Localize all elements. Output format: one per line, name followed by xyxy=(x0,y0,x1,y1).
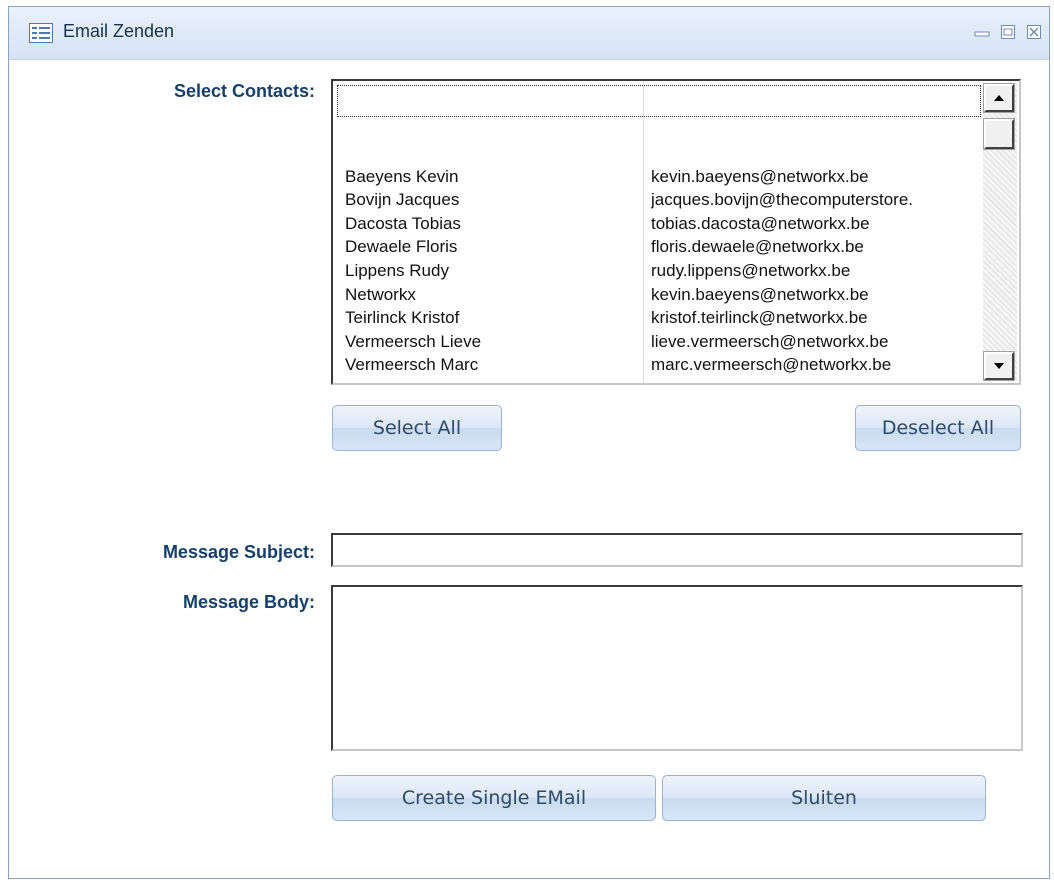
contact-row[interactable]: Networkx kevin.baeyens@networkx.be xyxy=(333,285,989,309)
contact-email: lieve.vermeersch@networkx.be xyxy=(651,331,889,351)
contact-name: Bovijn Jacques xyxy=(345,190,460,210)
close-form-button[interactable]: Sluiten xyxy=(662,775,986,821)
contact-email: kevin.baeyens@networkx.be xyxy=(651,166,869,186)
contact-email: rudy.lippens@networkx.be xyxy=(651,260,851,280)
scroll-down-button[interactable] xyxy=(983,351,1015,381)
contact-row[interactable]: Baeyens Kevin kevin.baeyens@networkx.be xyxy=(333,167,989,191)
contact-email: marc.vermeersch@networkx.be xyxy=(651,355,892,375)
form-icon xyxy=(29,23,53,43)
minimize-icon xyxy=(974,31,990,37)
close-icon xyxy=(1027,25,1041,39)
select-contacts-label: Select Contacts: xyxy=(173,81,315,101)
contact-name: Networkx xyxy=(345,284,416,304)
contact-name: Teirlinck Kristof xyxy=(345,308,460,328)
contact-row[interactable]: Dewaele Floris floris.dewaele@networkx.be xyxy=(333,237,989,261)
contact-row[interactable]: Lippens Rudy rudy.lippens@networkx.be xyxy=(333,261,989,285)
contact-name: Vermeersch Marc xyxy=(345,355,479,375)
contact-name: Baeyens Kevin xyxy=(345,166,459,186)
scroll-thumb[interactable] xyxy=(983,118,1015,150)
minimize-button[interactable] xyxy=(971,21,993,43)
contacts-list: Baeyens Kevin kevin.baeyens@networkx.be B… xyxy=(333,143,989,379)
contact-email: floris.dewaele@networkx.be xyxy=(651,237,864,257)
contacts-listbox[interactable]: Baeyens Kevin kevin.baeyens@networkx.be B… xyxy=(331,79,1021,385)
contact-name: Dacosta Tobias xyxy=(345,213,461,233)
email-zenden-window: Email Zenden Select Contacts: Baeyens Ke… xyxy=(8,6,1050,879)
create-single-email-button[interactable]: Create Single EMail xyxy=(332,775,656,821)
contact-row[interactable]: Bovijn Jacques jacques.bovijn@thecomputer… xyxy=(333,190,989,214)
contact-name: Lippens Rudy xyxy=(345,260,449,280)
message-body-label: Message Body: xyxy=(182,592,315,612)
restore-button[interactable] xyxy=(997,21,1019,43)
contact-row[interactable]: Teirlinck Kristof kristof.teirlinck@netwo… xyxy=(333,308,989,332)
contact-name: Dewaele Floris xyxy=(345,237,458,257)
scroll-up-button[interactable] xyxy=(983,83,1015,113)
message-body-textarea[interactable] xyxy=(331,585,1023,751)
message-subject-input[interactable] xyxy=(331,533,1023,567)
message-subject-label: Message Subject: xyxy=(162,542,315,562)
contact-name: Vermeersch Lieve xyxy=(345,331,482,351)
contact-row[interactable]: Vermeersch Marc marc.vermeersch@networkx.… xyxy=(333,355,989,379)
contact-email: kristof.teirlinck@networkx.be xyxy=(651,308,868,328)
list-header-row[interactable] xyxy=(337,85,981,117)
contact-email: tobias.dacosta@networkx.be xyxy=(651,213,870,233)
contact-email: jacques.bovijn@thecomputerstore. xyxy=(651,190,914,210)
arrow-down-icon xyxy=(994,363,1004,369)
contacts-scrollbar[interactable] xyxy=(983,83,1017,381)
arrow-up-icon xyxy=(994,95,1004,101)
deselect-all-button[interactable]: Deselect All xyxy=(855,405,1021,451)
window-title: Email Zenden xyxy=(63,21,175,41)
close-button[interactable] xyxy=(1023,21,1045,43)
select-all-button[interactable]: Select All xyxy=(332,405,502,451)
contact-row[interactable]: Dacosta Tobias tobias.dacosta@networkx.be xyxy=(333,214,989,238)
contact-email: kevin.baeyens@networkx.be xyxy=(651,284,869,304)
contact-row[interactable] xyxy=(333,143,989,167)
title-bar[interactable]: Email Zenden xyxy=(9,7,1049,60)
restore-icon xyxy=(1001,25,1015,39)
contact-row[interactable]: Vermeersch Lieve lieve.vermeersch@network… xyxy=(333,332,989,356)
